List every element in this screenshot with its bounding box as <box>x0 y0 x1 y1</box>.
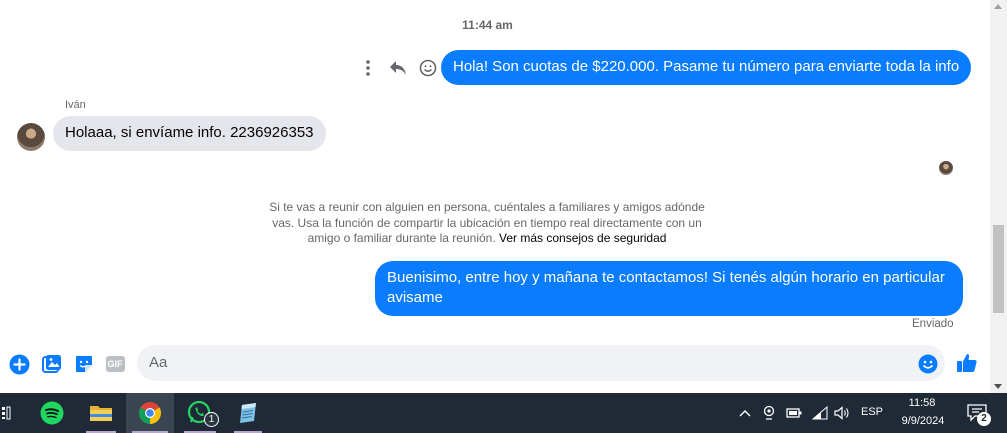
emoji-icon[interactable] <box>917 353 939 375</box>
clock-time[interactable]: 11:58 <box>908 397 936 409</box>
chrome-icon[interactable] <box>126 393 174 433</box>
volume-icon[interactable] <box>832 393 852 433</box>
message-outgoing[interactable]: Buenisimo, entre hoy y mañana te contact… <box>375 261 963 316</box>
more-options-icon[interactable] <box>358 58 378 78</box>
input-language[interactable]: ESP <box>861 406 883 418</box>
message-input-placeholder: Aa <box>149 354 168 371</box>
gif-icon[interactable]: GIF <box>104 353 126 375</box>
notes-app-icon[interactable] <box>228 393 268 433</box>
whatsapp-badge: 1 <box>204 412 219 427</box>
seen-indicator-avatar <box>939 161 953 175</box>
message-actions <box>358 57 438 79</box>
whatsapp-icon[interactable]: 1 <box>178 393 222 433</box>
react-emoji-icon[interactable] <box>418 58 438 78</box>
photo-icon[interactable] <box>41 353 63 375</box>
message-input[interactable]: Aa <box>137 345 945 381</box>
more-actions-plus-icon[interactable] <box>8 353 30 375</box>
message-incoming[interactable]: Holaaa, si envíame info. 2236926353 <box>53 116 326 151</box>
gif-label: GIF <box>105 356 125 372</box>
webcam-icon[interactable] <box>760 393 778 433</box>
file-explorer-icon[interactable] <box>80 393 122 433</box>
notification-count-badge: 2 <box>977 412 991 426</box>
scroll-up-arrow-icon[interactable] <box>994 4 1002 9</box>
chat-scrollbar[interactable] <box>990 0 1007 393</box>
like-thumb-icon[interactable] <box>956 352 978 374</box>
sticker-icon[interactable] <box>73 353 95 375</box>
safety-tips-link[interactable]: Ver más consejos de seguridad <box>499 231 666 245</box>
safety-notice: Si te vas a reunir con alguien en person… <box>262 200 712 247</box>
message-outgoing[interactable]: Hola! Son cuotas de $220.000. Pasame tu … <box>441 50 972 85</box>
time-divider: 11:44 am <box>462 18 513 32</box>
scroll-down-arrow-icon[interactable] <box>994 384 1002 389</box>
chat-panel: 11:44 am Hola! Son cuotas de $220.000. P… <box>0 0 990 393</box>
taskbar: 1 ESP 11:58 9/9/2024 2 <box>0 393 1007 433</box>
reply-icon[interactable] <box>388 58 408 78</box>
wifi-icon[interactable] <box>810 393 830 433</box>
scrollbar-thumb[interactable] <box>993 225 1004 313</box>
clock-date[interactable]: 9/9/2024 <box>899 415 947 427</box>
task-view-icon[interactable] <box>0 393 14 433</box>
sender-name: Iván <box>65 99 86 111</box>
spotify-icon[interactable] <box>30 393 74 433</box>
avatar[interactable] <box>17 123 45 151</box>
message-status: Enviado <box>912 318 954 330</box>
composer: GIF Aa <box>0 343 990 385</box>
tray-chevron-up-icon[interactable] <box>736 393 754 433</box>
battery-icon[interactable] <box>784 393 804 433</box>
notifications-icon[interactable]: 2 <box>962 393 992 433</box>
